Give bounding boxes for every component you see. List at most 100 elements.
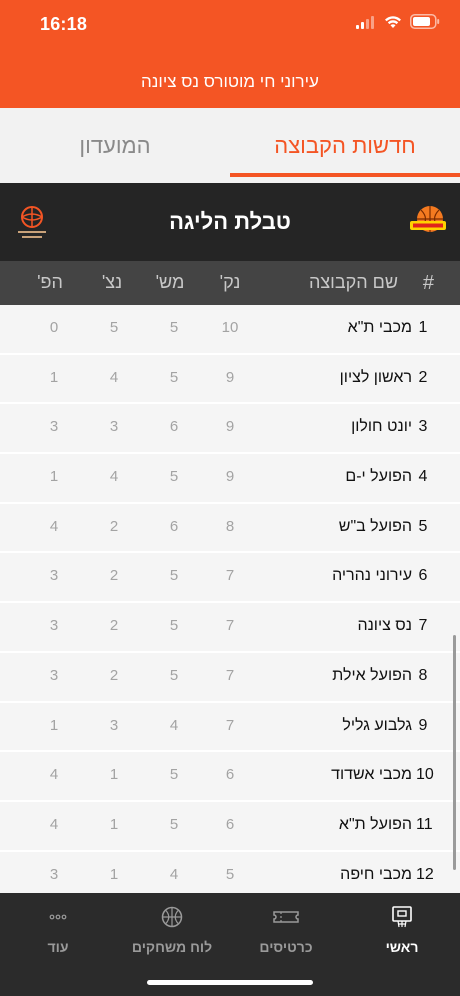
row-points: 8 (225, 517, 235, 535)
row-wins: 3 (109, 418, 119, 436)
row-team: מכבי אשדוד (331, 766, 412, 784)
row-team: עירוני נהריה (332, 567, 412, 585)
signal-icon (356, 15, 376, 29)
row-rank: 9 (418, 716, 428, 734)
table-row[interactable]: 5 הפועל ב"ש 8 6 2 4 (0, 503, 460, 554)
row-rank: 2 (418, 368, 428, 386)
row-rank: 11 (416, 815, 433, 833)
row-points: 7 (225, 567, 235, 585)
nav-schedule-label: לוח משחקים (131, 939, 213, 955)
row-losses: 3 (49, 567, 59, 585)
tab-club[interactable]: המועדון (0, 108, 230, 183)
row-losses: 1 (49, 468, 59, 486)
nav-tickets[interactable]: כרטיסים (236, 905, 336, 965)
row-wins: 5 (109, 319, 119, 336)
row-games: 5 (169, 468, 179, 486)
table-row[interactable]: 11 הפועל ת"א 6 5 1 4 (0, 801, 460, 852)
scrollbar[interactable] (453, 635, 456, 870)
row-games: 5 (169, 319, 179, 336)
row-rank: 6 (418, 567, 428, 585)
row-points: 7 (225, 716, 235, 734)
table-column-header: # שם הקבוצה נק' מש' נצ' הפ' (0, 261, 460, 305)
column-losses: הפ' (37, 272, 63, 292)
row-losses: 3 (49, 666, 59, 684)
row-team: מכבי חיפה (340, 865, 412, 883)
row-games: 5 (169, 617, 179, 635)
column-team: שם הקבוצה (308, 272, 398, 292)
nav-home[interactable]: ראשי (352, 905, 452, 965)
table-row[interactable]: 3 יונט חולון 9 6 3 3 (0, 404, 460, 455)
row-wins: 2 (109, 666, 119, 684)
table-row[interactable]: 8 הפועל אילת 7 5 2 3 (0, 652, 460, 703)
row-losses: 1 (49, 368, 59, 386)
row-rank: 1 (418, 319, 428, 336)
row-losses: 4 (49, 766, 59, 784)
row-points: 9 (225, 368, 235, 386)
row-points: 6 (225, 766, 235, 784)
row-team: הפועל ב"ש (338, 517, 412, 535)
tab-team-news[interactable]: חדשות הקבוצה (230, 108, 460, 183)
table-row[interactable]: 9 גלבוע גליל 7 4 3 1 (0, 702, 460, 753)
nav-more-label: עוד (47, 939, 69, 955)
row-team: הפועל י-ם (345, 468, 412, 486)
row-losses: 3 (49, 617, 59, 635)
row-losses: 0 (49, 319, 59, 336)
table-row[interactable]: 2 ראשון לציון 9 5 4 1 (0, 354, 460, 405)
winner-league-logo (410, 206, 446, 232)
row-wins: 4 (109, 368, 119, 386)
nav-more[interactable]: עוד (8, 905, 108, 965)
row-team: גלבוע גליל (342, 716, 412, 734)
table-row[interactable]: 7 נס ציונה 7 5 2 3 (0, 603, 460, 653)
status-time: 16:18 (40, 14, 88, 34)
nav-tickets-label: כרטיסים (259, 939, 313, 955)
row-team: הפועל אילת (332, 666, 412, 684)
row-rank: 10 (416, 766, 434, 784)
wifi-icon (385, 15, 401, 28)
row-rank: 5 (418, 517, 428, 535)
column-wins: נצ' (101, 272, 123, 292)
row-rank: 4 (418, 468, 428, 486)
row-team: מכבי ת"א (347, 319, 412, 336)
row-losses: 1 (49, 716, 59, 734)
row-games: 4 (169, 865, 179, 883)
home-icon (392, 906, 412, 928)
row-wins: 1 (109, 865, 119, 883)
row-losses: 4 (49, 517, 59, 535)
active-tab-indicator (230, 173, 460, 177)
row-wins: 4 (109, 468, 119, 486)
row-team: ראשון לציון (339, 368, 412, 386)
column-points: נק' (219, 272, 241, 292)
standings-table: 1 מכבי ת"א 10 5 5 0 2 ראשון לציון 9 5 4 … (0, 305, 460, 902)
row-rank: 7 (418, 617, 428, 635)
row-games: 6 (169, 517, 179, 535)
row-wins: 3 (109, 716, 119, 734)
row-wins: 1 (109, 766, 119, 784)
status-bar: 16:18 (0, 0, 460, 50)
more-icon (49, 914, 67, 920)
league-title: טבלת הליגה (169, 209, 291, 234)
row-rank: 3 (418, 418, 428, 436)
table-row[interactable]: 4 הפועל י-ם 9 5 4 1 (0, 454, 460, 504)
row-wins: 2 (109, 567, 119, 585)
league-table-header: טבלת הליגה (0, 183, 460, 261)
nav-schedule[interactable]: לוח משחקים (122, 905, 222, 965)
row-team: יונט חולון (351, 418, 412, 436)
row-losses: 3 (49, 418, 59, 436)
row-losses: 3 (49, 865, 59, 883)
row-games: 5 (169, 567, 179, 585)
column-games: מש' (155, 272, 185, 292)
row-points: 5 (225, 865, 235, 883)
battery-icon (410, 14, 440, 29)
row-games: 5 (169, 766, 179, 784)
row-games: 5 (169, 666, 179, 684)
app-header: 16:18 עירוני חי מוטורס נס ציונה (0, 0, 460, 108)
table-row[interactable]: 10 מכבי אשדוד 6 5 1 4 (0, 752, 460, 802)
row-games: 6 (169, 418, 179, 436)
row-rank: 8 (418, 666, 428, 684)
row-losses: 4 (49, 815, 59, 833)
row-points: 6 (225, 815, 235, 833)
row-wins: 2 (109, 617, 119, 635)
home-indicator[interactable] (147, 980, 313, 985)
table-row[interactable]: 1 מכבי ת"א 10 5 5 0 (0, 305, 460, 355)
table-row[interactable]: 6 עירוני נהריה 7 5 2 3 (0, 553, 460, 604)
